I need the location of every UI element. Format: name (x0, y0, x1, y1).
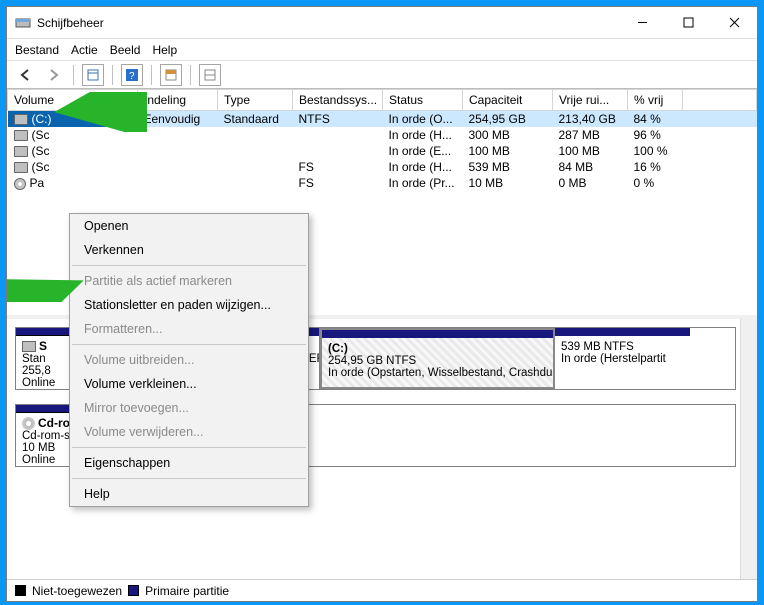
volume-table[interactable]: Volume Indeling Type Bestandssys... Stat… (7, 89, 757, 191)
view1-button[interactable] (160, 64, 182, 86)
col-status[interactable]: Status (383, 90, 463, 111)
table-header-row[interactable]: Volume Indeling Type Bestandssys... Stat… (8, 90, 757, 111)
menu-file[interactable]: Bestand (15, 43, 59, 57)
volume-list-pane: Volume Indeling Type Bestandssys... Stat… (7, 89, 757, 319)
menu-action[interactable]: Actie (71, 43, 98, 57)
ctx-extend: Volume uitbreiden... (70, 348, 308, 372)
titlebar: Schijfbeheer (7, 7, 757, 39)
context-menu: Openen Verkennen Partitie als actief mar… (69, 213, 309, 507)
legend-swatch-unallocated (15, 585, 26, 596)
drive-icon (14, 162, 28, 173)
drive-icon (22, 341, 36, 352)
col-free[interactable]: Vrije rui... (553, 90, 628, 111)
disc-icon (14, 178, 26, 190)
table-row[interactable]: (C:)EenvoudigStandaardNTFSIn orde (O...2… (8, 111, 757, 128)
col-volume[interactable]: Volume (8, 90, 138, 111)
toolbar-separator (190, 65, 191, 85)
legend-swatch-primary (128, 585, 139, 596)
view2-button[interactable] (199, 64, 221, 86)
ctx-properties[interactable]: Eigenschappen (70, 451, 308, 475)
toolbar-separator (151, 65, 152, 85)
disc-icon (22, 417, 35, 430)
table-row[interactable]: (ScIn orde (E...100 MB100 MB100 % (8, 143, 757, 159)
legend-bar: Niet-toegewezen Primaire partitie (7, 579, 757, 601)
col-fs[interactable]: Bestandssys... (293, 90, 383, 111)
menu-help[interactable]: Help (152, 43, 177, 57)
ctx-explore[interactable]: Verkennen (70, 238, 308, 262)
col-pctfree[interactable]: % vrij (628, 90, 683, 111)
forward-button[interactable] (43, 64, 65, 86)
drive-icon (14, 114, 28, 125)
ctx-delete: Volume verwijderen... (70, 420, 308, 444)
help-button[interactable]: ? (121, 64, 143, 86)
col-capacity[interactable]: Capaciteit (463, 90, 553, 111)
toolbar-separator (73, 65, 74, 85)
close-button[interactable] (711, 7, 757, 38)
ctx-mirror: Mirror toevoegen... (70, 396, 308, 420)
col-layout[interactable]: Indeling (138, 90, 218, 111)
svg-text:?: ? (129, 71, 135, 81)
legend-primary: Primaire partitie (145, 584, 229, 598)
ctx-format: Formatteren... (70, 317, 308, 341)
ctx-mark-active: Partitie als actief markeren (70, 269, 308, 293)
window-title: Schijfbeheer (37, 16, 104, 30)
menu-view[interactable]: Beeld (110, 43, 141, 57)
toolbar: ? (7, 61, 757, 89)
table-row[interactable]: (ScIn orde (H...300 MB287 MB96 % (8, 127, 757, 143)
maximize-button[interactable] (665, 7, 711, 38)
table-row[interactable]: PaFSIn orde (Pr...10 MB0 MB0 % (8, 175, 757, 191)
minimize-button[interactable] (619, 7, 665, 38)
ctx-open[interactable]: Openen (70, 214, 308, 238)
menubar: Bestand Actie Beeld Help (7, 39, 757, 61)
partition[interactable]: (C:)254,95 GB NTFSIn orde (Opstarten, Wi… (320, 328, 555, 389)
drive-icon (14, 146, 28, 157)
drive-icon (14, 130, 28, 141)
ctx-change-letter[interactable]: Stationsletter en paden wijzigen... (70, 293, 308, 317)
col-blank (683, 90, 757, 111)
back-button[interactable] (15, 64, 37, 86)
legend-unallocated: Niet-toegewezen (32, 584, 122, 598)
vertical-scrollbar[interactable] (740, 319, 757, 579)
refresh-button[interactable] (82, 64, 104, 86)
table-row[interactable]: (ScFSIn orde (H...539 MB84 MB16 % (8, 159, 757, 175)
ctx-shrink[interactable]: Volume verkleinen... (70, 372, 308, 396)
col-type[interactable]: Type (218, 90, 293, 111)
app-icon (15, 15, 31, 31)
partition[interactable]: 539 MB NTFSIn orde (Herstelpartit (555, 328, 690, 389)
toolbar-separator (112, 65, 113, 85)
ctx-help[interactable]: Help (70, 482, 308, 506)
disk-management-window: Schijfbeheer Bestand Actie Beeld Help ? (6, 6, 758, 602)
